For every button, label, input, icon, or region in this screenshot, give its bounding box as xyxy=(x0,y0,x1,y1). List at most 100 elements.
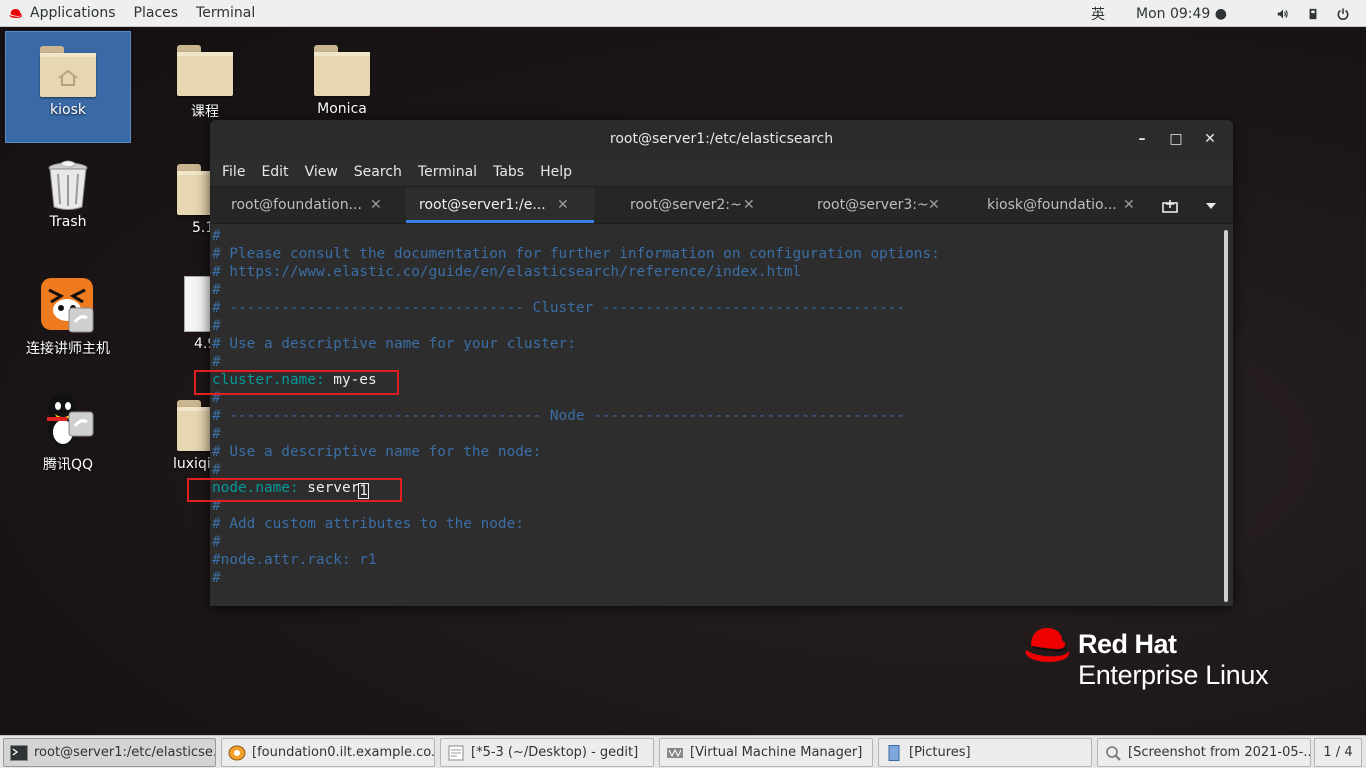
tab-label: root@server3:~ xyxy=(817,197,929,213)
desktop-icon-trash[interactable]: Trash xyxy=(5,160,131,230)
terminal-line: # xyxy=(212,426,221,442)
desktop-icon-qq[interactable]: 腾讯QQ xyxy=(5,390,131,474)
file-manager-icon xyxy=(888,744,900,761)
tab-close-icon[interactable]: ✕ xyxy=(557,197,569,213)
terminal-tab-bar: root@foundation... ✕ root@server1:/e... … xyxy=(210,186,1233,224)
task-label: [foundation0.ilt.example.co... xyxy=(252,745,435,760)
terminal-app-menu[interactable]: Terminal xyxy=(187,0,264,27)
task-label: [Pictures] xyxy=(909,745,971,760)
terminal-scrollbar[interactable] xyxy=(1224,230,1228,602)
tab-server3[interactable]: root@server3:~ ✕ xyxy=(781,187,968,223)
logo-rhel-text: Enterprise Linux xyxy=(1078,660,1269,690)
terminal-line: # xyxy=(212,462,221,478)
menu-help[interactable]: Help xyxy=(532,164,580,180)
clock[interactable]: Mon 09:49 ● xyxy=(1127,0,1236,27)
menu-file[interactable]: File xyxy=(214,164,253,180)
task-pictures[interactable]: [Pictures] xyxy=(878,738,1092,767)
tab-label: root@server2:~ xyxy=(630,197,742,213)
task-virt-manager[interactable]: [Virtual Machine Manager] xyxy=(659,738,873,767)
tab-close-icon[interactable]: ✕ xyxy=(370,197,382,213)
desktop-icon-label: 5.1 xyxy=(192,220,212,236)
terminal-line: #node.attr.rack: r1 xyxy=(212,552,377,568)
desktop-icon-label: luxiqia xyxy=(173,456,212,472)
desktop-icon-label: kiosk xyxy=(50,102,86,118)
tab-kiosk-foundation[interactable]: kiosk@foundatio... ✕ xyxy=(968,187,1143,223)
highlight-box-cluster-name xyxy=(194,370,399,395)
maximize-icon[interactable]: □ xyxy=(1159,131,1193,147)
task-label: root@server1:/etc/elasticse... xyxy=(34,745,216,760)
highlight-box-node-name xyxy=(187,478,402,502)
terminal-line: # ---------------------------------- Clu… xyxy=(212,300,906,316)
desktop-icon-label: Trash xyxy=(49,214,87,230)
tab-server2[interactable]: root@server2:~ ✕ xyxy=(594,187,781,223)
tab-close-icon[interactable]: ✕ xyxy=(928,197,940,213)
minimize-icon[interactable]: – xyxy=(1125,131,1159,147)
top-panel: Applications Places Terminal 英 Mon 09:49… xyxy=(0,0,1366,27)
desktop-icon-label: Monica xyxy=(317,101,367,117)
terminal-line: # xyxy=(212,570,221,586)
desktop-icon-kiosk[interactable]: kiosk xyxy=(5,31,131,143)
terminal-line: # xyxy=(212,534,221,550)
network-icon[interactable] xyxy=(1298,0,1328,27)
desktop-icon-luxiqia[interactable]: luxiqia xyxy=(142,396,212,472)
desktop-icon-4-9[interactable]: 4.9 xyxy=(142,276,212,352)
workspace-pager[interactable]: 1 / 4 xyxy=(1314,738,1362,767)
document-icon xyxy=(184,276,212,332)
redhat-icon xyxy=(9,8,23,18)
applications-label: Applications xyxy=(30,5,116,21)
bottom-taskbar: root@server1:/etc/elasticse... [foundati… xyxy=(0,735,1366,768)
menu-terminal[interactable]: Terminal xyxy=(410,164,485,180)
terminal-window[interactable]: root@server1:/etc/elasticsearch – □ ✕ Fi… xyxy=(210,120,1233,606)
terminal-line: # xyxy=(212,228,221,244)
volume-icon[interactable] xyxy=(1268,0,1298,27)
input-method-indicator[interactable]: 英 xyxy=(1083,0,1113,27)
desktop-icon-connect-teacher[interactable]: 连接讲师主机 xyxy=(5,276,131,358)
menu-search[interactable]: Search xyxy=(346,164,410,180)
power-icon[interactable] xyxy=(1328,0,1358,27)
virt-viewer-icon xyxy=(228,745,246,760)
terminal-line: # Please consult the documentation for f… xyxy=(212,246,940,262)
folder-icon xyxy=(177,41,233,97)
applications-menu[interactable]: Applications xyxy=(0,0,125,27)
window-titlebar[interactable]: root@server1:/etc/elasticsearch – □ ✕ xyxy=(210,120,1233,158)
terminal-line: # xyxy=(212,354,221,370)
terminal-menubar: File Edit View Search Terminal Tabs Help xyxy=(210,158,1233,186)
tab-label: kiosk@foundatio... xyxy=(987,197,1117,213)
desktop-icon-5-1[interactable]: 5.1 xyxy=(142,160,212,236)
menu-tabs[interactable]: Tabs xyxy=(485,164,532,180)
home-folder-icon xyxy=(40,42,96,98)
desktop-icon-course[interactable]: 课程 xyxy=(142,41,268,121)
gedit-icon xyxy=(448,745,464,760)
task-label: [Screenshot from 2021-05-... xyxy=(1128,745,1311,760)
task-foundation-vm[interactable]: [foundation0.ilt.example.co... xyxy=(221,738,435,767)
task-gedit[interactable]: [*5-3 (~/Desktop) - gedit] xyxy=(440,738,654,767)
tab-close-icon[interactable]: ✕ xyxy=(743,197,755,213)
new-tab-icon[interactable] xyxy=(1155,187,1185,225)
qq-penguin-icon xyxy=(39,390,97,450)
terminal-icon xyxy=(10,744,28,761)
terminal-content[interactable]: # # Please consult the documentation for… xyxy=(210,224,1233,606)
desktop-icon-label: 腾讯QQ xyxy=(42,457,94,473)
tab-menu-chevron-down-icon[interactable] xyxy=(1199,187,1223,225)
task-terminal[interactable]: root@server1:/etc/elasticse... xyxy=(3,738,216,767)
folder-icon xyxy=(177,396,212,452)
folder-icon xyxy=(314,41,370,97)
task-screenshot[interactable]: [Screenshot from 2021-05-... xyxy=(1097,738,1311,767)
task-label: [Virtual Machine Manager] xyxy=(690,745,863,760)
image-viewer-icon xyxy=(1106,745,1121,761)
logo-redhat-text: Red Hat xyxy=(1078,629,1177,659)
menu-view[interactable]: View xyxy=(297,164,346,180)
tab-label: root@server1:/e... xyxy=(419,197,546,213)
tab-server1[interactable]: root@server1:/e... ✕ xyxy=(406,187,594,223)
desktop-icon-monica[interactable]: Monica xyxy=(279,41,405,117)
trash-icon xyxy=(46,160,90,210)
tab-label: root@foundation... xyxy=(231,197,362,213)
terminal-line: # Use a descriptive name for the node: xyxy=(212,444,542,460)
menu-edit[interactable]: Edit xyxy=(253,164,296,180)
task-label: [*5-3 (~/Desktop) - gedit] xyxy=(471,745,639,760)
places-menu[interactable]: Places xyxy=(125,0,188,27)
close-icon[interactable]: ✕ xyxy=(1193,131,1227,147)
tab-close-icon[interactable]: ✕ xyxy=(1123,197,1135,213)
tab-foundation[interactable]: root@foundation... ✕ xyxy=(210,187,406,223)
virt-manager-icon xyxy=(667,747,683,758)
